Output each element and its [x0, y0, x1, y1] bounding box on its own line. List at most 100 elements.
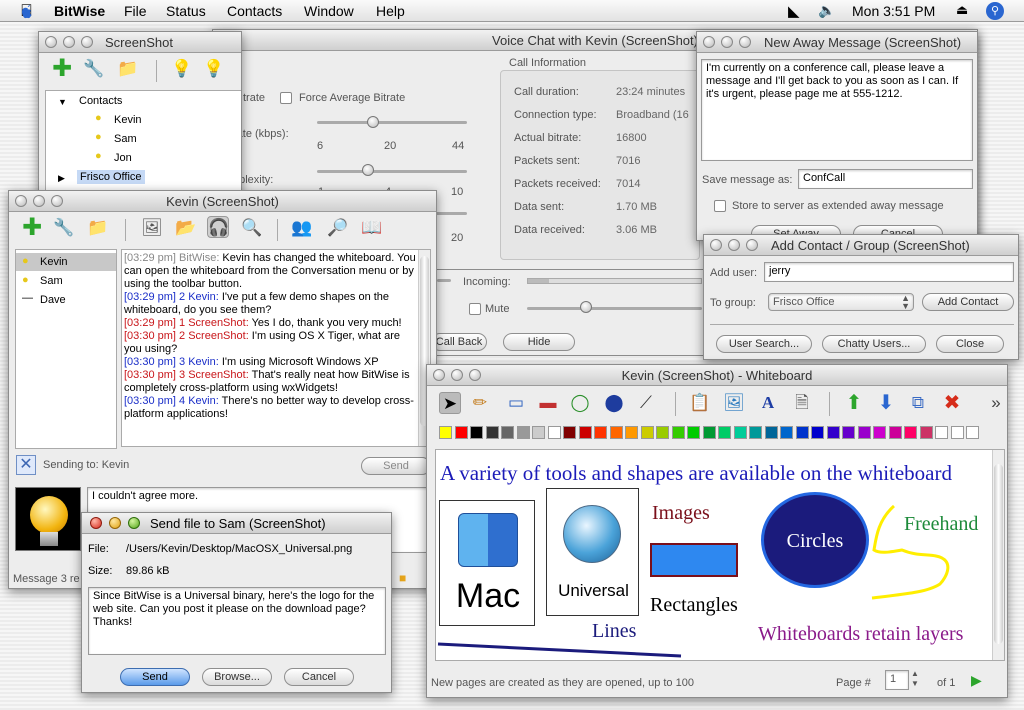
color-swatch[interactable] — [501, 426, 514, 439]
zoom-button[interactable] — [739, 36, 751, 48]
eject-icon[interactable]: ⏏ — [956, 2, 968, 18]
contact-jon[interactable]: Jon — [114, 152, 132, 164]
add-contact-icon[interactable]: ✚ — [21, 216, 43, 240]
color-swatch[interactable] — [609, 426, 623, 439]
complexity-slider-knob[interactable] — [362, 164, 374, 176]
minimize-button[interactable] — [728, 239, 740, 251]
color-swatch[interactable] — [764, 426, 778, 439]
spotlight-icon[interactable]: ⚲ — [986, 2, 1004, 20]
users-icon[interactable]: 👥 — [291, 217, 313, 239]
minimize-button[interactable] — [451, 369, 463, 381]
menu-file[interactable]: File — [124, 3, 147, 19]
color-swatch[interactable] — [516, 426, 530, 439]
apple-logo-icon[interactable] — [19, 3, 35, 20]
participant-sam[interactable]: Sam — [40, 275, 63, 287]
book-icon[interactable]: 📖 — [361, 217, 383, 239]
color-swatch[interactable] — [842, 426, 855, 439]
folder-info-icon[interactable]: 📁 — [87, 217, 109, 239]
hide-button[interactable]: Hide — [503, 333, 575, 351]
color-swatch[interactable] — [532, 426, 545, 439]
menu-window[interactable]: Window — [304, 3, 354, 19]
wrench-icon[interactable]: 🔧 — [83, 58, 105, 80]
rate-slider-track[interactable] — [317, 121, 467, 124]
color-swatch[interactable] — [485, 426, 499, 439]
color-swatch[interactable] — [888, 426, 902, 439]
complexity-slider-track[interactable] — [317, 170, 467, 173]
force-average-checkbox[interactable] — [280, 92, 292, 104]
wifi-icon[interactable]: ◣ — [788, 2, 800, 20]
add-contact-titlebar[interactable]: Add Contact / Group (ScreenShot) — [704, 235, 1018, 256]
line-tool-icon[interactable]: ⟋ — [635, 392, 657, 414]
color-swatch[interactable] — [439, 426, 452, 439]
cancel-send-icon[interactable]: ✕ — [16, 455, 36, 475]
document-icon[interactable]: 🗎 — [791, 392, 813, 414]
zoom-button[interactable] — [81, 36, 93, 48]
volume-icon[interactable]: 🔈 — [818, 2, 835, 19]
file-message-field[interactable]: Since BitWise is a Universal binary, her… — [88, 587, 386, 655]
color-swatch[interactable] — [594, 426, 607, 439]
filled-rectangle-tool-icon[interactable]: ▬ — [537, 392, 559, 414]
color-swatch[interactable] — [563, 426, 576, 439]
call-back-button[interactable]: Call Back — [431, 333, 487, 351]
send-file-cancel-button[interactable]: Cancel — [284, 668, 354, 686]
send-file-icon[interactable]: 📂 — [175, 217, 197, 239]
layer-down-icon[interactable]: ⬇ — [875, 392, 897, 414]
chat-titlebar[interactable]: Kevin (ScreenShot) — [9, 191, 436, 212]
page-field[interactable]: 1 — [885, 670, 909, 690]
color-swatch[interactable] — [873, 426, 886, 439]
page-stepper-icon[interactable]: ▲ ▼ — [911, 669, 919, 689]
color-swatch[interactable] — [795, 426, 809, 439]
color-swatch[interactable] — [966, 426, 979, 439]
zoom-button[interactable] — [128, 517, 140, 529]
color-swatch[interactable] — [625, 426, 638, 439]
buddy-list-titlebar[interactable]: ScreenShot — [39, 32, 241, 53]
whiteboard-icon[interactable]: 🖼 — [141, 217, 163, 239]
circle-tool-icon[interactable]: ◯ — [569, 392, 591, 414]
delete-icon[interactable]: ✖ — [941, 392, 963, 414]
participant-dave[interactable]: Dave — [40, 294, 66, 306]
browse-button[interactable]: Browse... — [202, 668, 272, 686]
color-swatch[interactable] — [919, 426, 933, 439]
canvas-scrollbar[interactable] — [992, 450, 1004, 660]
minimize-button[interactable] — [109, 517, 121, 529]
color-swatch[interactable] — [904, 426, 917, 439]
color-swatch[interactable] — [718, 426, 731, 439]
zoom-button[interactable] — [51, 195, 63, 207]
whiteboard-titlebar[interactable]: Kevin (ScreenShot) - Whiteboard — [427, 365, 1007, 386]
color-swatch[interactable] — [702, 426, 716, 439]
away-message-text[interactable]: I'm currently on a conference call, plea… — [701, 59, 973, 161]
add-contact-close-button[interactable]: Close — [936, 335, 1004, 353]
zoom-button[interactable] — [746, 239, 758, 251]
close-button[interactable] — [433, 369, 445, 381]
voice-chat-icon[interactable]: 🎧 — [207, 216, 229, 238]
menu-app[interactable]: BitWise — [54, 3, 105, 19]
color-swatch[interactable] — [578, 426, 592, 439]
pencil-tool-icon[interactable]: ✏ — [469, 392, 491, 414]
menu-clock[interactable]: Mon 3:51 PM — [852, 3, 935, 19]
contacts-group-label[interactable]: Contacts — [79, 95, 122, 107]
color-swatch[interactable] — [671, 426, 685, 439]
volume-slider-knob[interactable] — [580, 301, 592, 313]
color-swatch[interactable] — [454, 426, 468, 439]
close-button[interactable] — [710, 239, 722, 251]
color-swatch[interactable] — [780, 426, 793, 439]
color-swatch[interactable] — [857, 426, 871, 439]
close-button[interactable] — [703, 36, 715, 48]
volume-slider-track[interactable] — [527, 307, 702, 310]
chatty-users-button[interactable]: Chatty Users... — [822, 335, 926, 353]
more-tools-icon[interactable]: » — [985, 392, 1007, 414]
bulb-off-icon[interactable]: 💡 — [171, 58, 193, 80]
contacts-group-arrow[interactable]: ▼ — [58, 97, 67, 107]
rate-slider-knob[interactable] — [367, 116, 379, 128]
image-search-icon[interactable]: 🔍 — [241, 217, 263, 239]
color-swatch[interactable] — [640, 426, 654, 439]
save-as-field[interactable]: ConfCall — [798, 169, 973, 189]
to-group-select[interactable]: Frisco Office ▲ ▼ — [768, 293, 914, 311]
close-button[interactable] — [15, 195, 27, 207]
paste-icon[interactable]: 📋 — [689, 392, 711, 414]
add-contact-button[interactable]: Add Contact — [922, 293, 1014, 311]
rectangle-tool-icon[interactable]: ▭ — [505, 392, 527, 414]
color-swatch[interactable] — [656, 426, 669, 439]
color-swatch[interactable] — [935, 426, 948, 439]
whiteboard-canvas[interactable]: A variety of tools and shapes are availa… — [435, 449, 1005, 661]
